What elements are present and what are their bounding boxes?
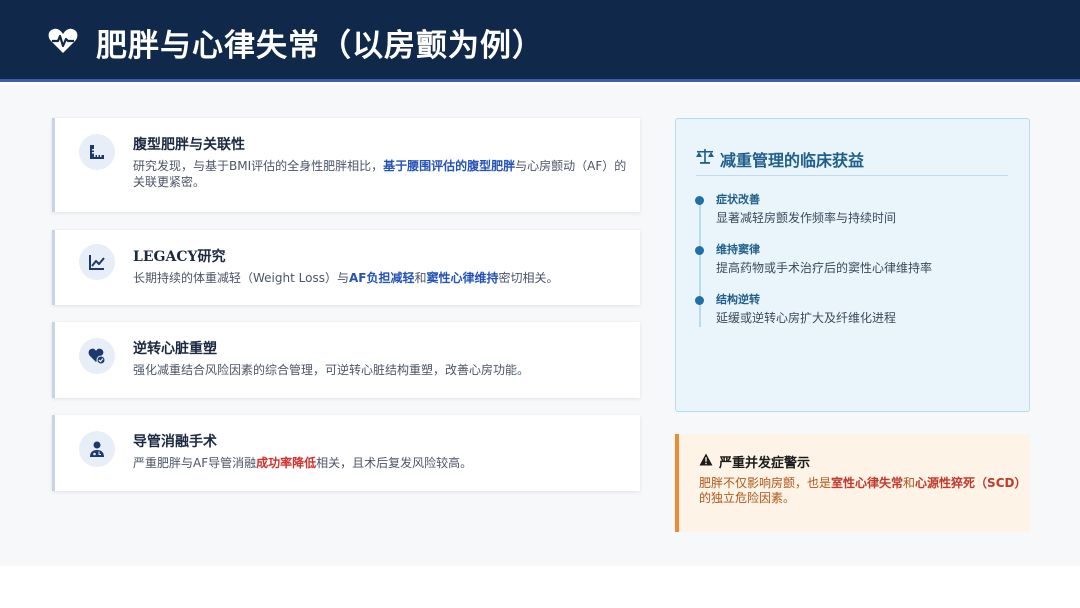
chart-line-icon [79,244,115,280]
card-text: 研究发现，与基于BMI评估的全身性肥胖相比， [133,159,384,173]
card-title: 逆转心脏重塑 [133,341,217,357]
highlight-text: AF负担减轻 [348,271,415,285]
balance-scale-icon [696,149,714,164]
warning-body: 肥胖不仅影响房颤，也是室性心律失常和心源性猝死（SCD） 的独立危险因素。 [699,476,1029,506]
benefits-panel: 减重管理的临床获益 症状改善 显著减轻房颤发作频率与持续时间 维持窦律 提高药物… [675,118,1030,412]
highlight-text: 窦性心律维持 [426,271,499,285]
card-abdominal-obesity: 腹型肥胖与关联性 研究发现，与基于BMI评估的全身性肥胖相比，基于腰围评估的腹型… [52,118,640,212]
timeline-dot [695,196,704,205]
warning-highlight: 心源性猝死（SCD） [915,476,1027,490]
card-title: LEGACY研究 [133,249,226,265]
card-body: 研究发现，与基于BMI评估的全身性肥胖相比，基于腰围评估的腹型肥胖与心房颤动（A… [133,158,628,190]
warning-highlight: 室性心律失常 [831,476,904,490]
card-text: 相关，且术后复发风险较高。 [316,456,473,470]
card-body: 严重肥胖与AF导管消融成功率降低相关，且术后复发风险较高。 [133,455,628,471]
divider [696,175,1008,176]
warning-text: 肥胖不仅影响房颤，也是 [699,476,832,490]
card-text: 密切相关。 [498,271,559,285]
card-text: 长期持续的体重减轻（Weight Loss）与 [133,271,349,285]
warning-text: 的独立危险因素。 [699,491,796,505]
benefits-title: 减重管理的临床获益 [720,151,865,170]
card-legacy-study: LEGACY研究 长期持续的体重减轻（Weight Loss）与AF负担减轻和窦… [52,230,640,305]
ruler-icon [79,134,115,170]
benefit-text: 提高药物或手术治疗后的窦性心律维持率 [716,261,933,275]
highlight-text: 基于腰围评估的腹型肥胖 [383,159,516,173]
benefit-text: 延缓或逆转心房扩大及纤维化进程 [716,311,897,325]
header-bar: 肥胖与心律失常（以房颤为例） [0,0,1080,82]
benefit-text: 显著减轻房颤发作频率与持续时间 [716,211,897,225]
warning-icon [699,453,713,466]
highlight-text-red: 成功率降低 [256,456,317,470]
card-catheter-ablation: 导管消融手术 严重肥胖与AF导管消融成功率降低相关，且术后复发风险较高。 [52,415,640,491]
timeline-dot [695,246,704,255]
benefit-heading: 结构逆转 [716,293,760,306]
warning-title: 严重并发症警示 [719,456,811,471]
card-title: 导管消融手术 [133,434,217,450]
heart-pulse-icon [48,28,78,53]
card-text: 和 [414,271,427,285]
card-text: 严重肥胖与AF导管消融 [133,456,257,470]
heart-check-icon [79,338,115,374]
page-title: 肥胖与心律失常（以房颤为例） [96,28,544,64]
card-body: 长期持续的体重减轻（Weight Loss）与AF负担减轻和窦性心律维持密切相关… [133,270,628,286]
benefit-heading: 症状改善 [716,193,760,206]
card-body: 强化减重结合风险因素的综合管理，可逆转心脏结构重塑，改善心房功能。 [133,362,628,378]
warning-text: 和 [903,476,916,490]
benefit-heading: 维持窦律 [716,243,760,256]
warning-panel: 严重并发症警示 肥胖不仅影响房颤，也是室性心律失常和心源性猝死（SCD） 的独立危… [675,434,1030,532]
card-cardiac-remodeling: 逆转心脏重塑 强化减重结合风险因素的综合管理，可逆转心脏结构重塑，改善心房功能。 [52,322,640,398]
card-text: 强化减重结合风险因素的综合管理，可逆转心脏结构重塑，改善心房功能。 [133,363,530,377]
timeline-dot [695,296,704,305]
card-title: 腹型肥胖与关联性 [133,137,245,153]
doctor-icon [79,431,115,467]
timeline-line [699,201,701,327]
